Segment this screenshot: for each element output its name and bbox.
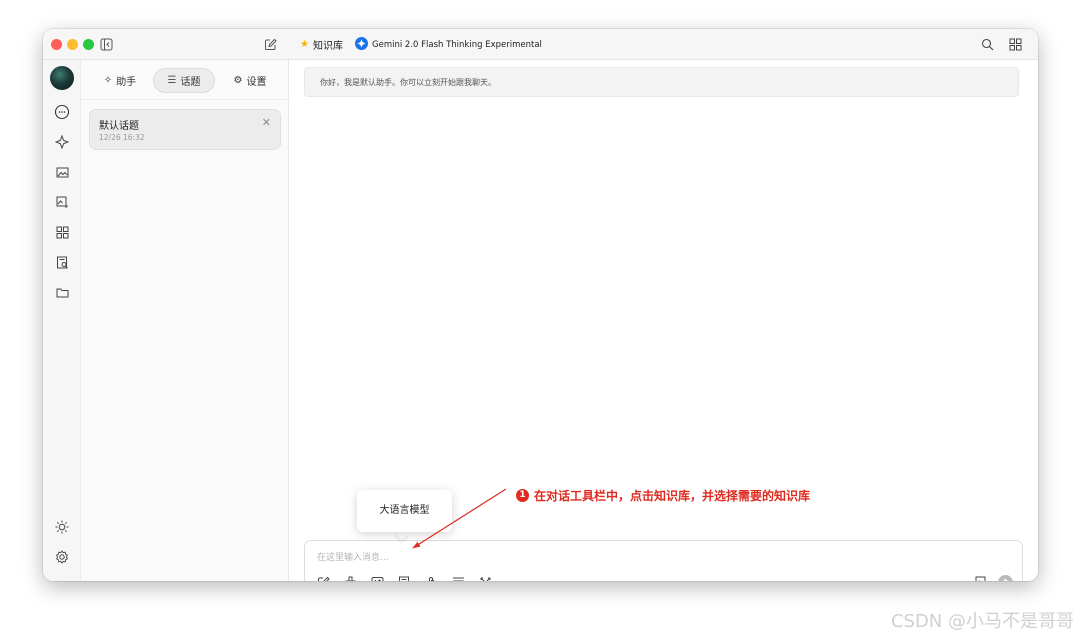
tab-assistant-label: 助手 bbox=[116, 77, 137, 88]
settings-gear-icon[interactable] bbox=[52, 547, 72, 567]
topic-title: 默认话题 bbox=[99, 121, 139, 132]
message-input-placeholder[interactable]: 在这里输入消息... bbox=[317, 550, 389, 563]
apps-grid-icon[interactable] bbox=[1007, 36, 1024, 53]
annotation-number: 1 bbox=[516, 489, 529, 502]
expand-fullscreen-icon[interactable] bbox=[478, 575, 493, 581]
folder-icon[interactable] bbox=[52, 282, 72, 302]
close-window-button[interactable] bbox=[51, 39, 62, 50]
tab-topics-label: 话题 bbox=[180, 77, 201, 88]
knowledge-base-icon[interactable] bbox=[52, 252, 72, 272]
send-button[interactable] bbox=[998, 575, 1013, 581]
annotation-text: 在对话工具栏中，点击知识库，并选择需要的知识库 bbox=[534, 489, 811, 503]
search-icon[interactable] bbox=[979, 36, 996, 53]
clear-context-broom-icon[interactable] bbox=[343, 575, 358, 581]
collapse-lines-icon[interactable] bbox=[451, 575, 466, 581]
tab-topics[interactable]: ☰ 话题 bbox=[153, 68, 215, 93]
image-icon[interactable] bbox=[52, 162, 72, 182]
arrow-up-icon bbox=[1003, 578, 1008, 581]
title-bar: ★ 知识库 Gemini 2.0 Flash Thinking Experime… bbox=[43, 29, 1038, 60]
list-icon: ☰ bbox=[167, 75, 177, 86]
model-settings-icon[interactable] bbox=[370, 575, 385, 581]
theme-sun-icon[interactable] bbox=[52, 517, 72, 537]
new-topic-icon[interactable] bbox=[262, 36, 279, 53]
image-translate-tool-icon[interactable] bbox=[974, 575, 989, 581]
watermark: CSDN @小马不是哥哥 bbox=[890, 611, 1074, 632]
sidebar-tabs: ✧ 助手 ☰ 话题 ⚙ 设置 bbox=[81, 60, 289, 100]
gemini-icon bbox=[355, 37, 368, 53]
knowledge-base-breadcrumb[interactable]: ★ 知识库 bbox=[300, 37, 343, 52]
avatar[interactable] bbox=[50, 66, 74, 90]
knowledge-base-label: 知识库 bbox=[312, 41, 343, 52]
sidebar-toggle-icon[interactable] bbox=[98, 36, 115, 53]
topics-sidebar: ✧ 助手 ☰ 话题 ⚙ 设置 默认话题 12/26 16:32 ✕ bbox=[81, 60, 289, 581]
image-translate-icon[interactable] bbox=[52, 192, 72, 212]
tooltip: 大语言模型 bbox=[357, 490, 452, 532]
assistant-message: 你好，我是默认助手。你可以立刻开始跟我聊天。 bbox=[304, 67, 1019, 97]
maximize-window-button[interactable] bbox=[83, 39, 94, 50]
new-topic-tool-icon[interactable] bbox=[316, 575, 331, 581]
topic-timestamp: 12/26 16:32 bbox=[99, 133, 145, 142]
apps-icon[interactable] bbox=[52, 222, 72, 242]
topic-list-item[interactable]: 默认话题 12/26 16:32 ✕ bbox=[89, 109, 281, 150]
sparkle-icon: ✧ bbox=[103, 75, 113, 86]
star-icon: ★ bbox=[300, 39, 309, 50]
chat-icon[interactable] bbox=[52, 102, 72, 122]
tab-assistant[interactable]: ✧ 助手 bbox=[95, 68, 145, 93]
tab-settings[interactable]: ⚙ 设置 bbox=[225, 68, 275, 93]
model-name: Gemini 2.0 Flash Thinking Experimental bbox=[372, 40, 542, 50]
tab-settings-label: 设置 bbox=[246, 77, 267, 88]
activity-bar bbox=[43, 60, 81, 581]
knowledge-base-tool-icon[interactable] bbox=[397, 575, 412, 581]
model-selector[interactable]: Gemini 2.0 Flash Thinking Experimental bbox=[355, 37, 542, 53]
close-icon[interactable]: ✕ bbox=[262, 116, 271, 129]
gear-icon: ⚙ bbox=[233, 75, 243, 86]
message-input-box[interactable]: 在这里输入消息... bbox=[304, 540, 1023, 581]
annotation-callout: 1 在对话工具栏中，点击知识库，并选择需要的知识库 bbox=[516, 487, 810, 504]
attachment-paperclip-icon[interactable] bbox=[424, 575, 439, 581]
minimize-window-button[interactable] bbox=[67, 39, 78, 50]
assistant-sparkle-icon[interactable] bbox=[52, 132, 72, 152]
